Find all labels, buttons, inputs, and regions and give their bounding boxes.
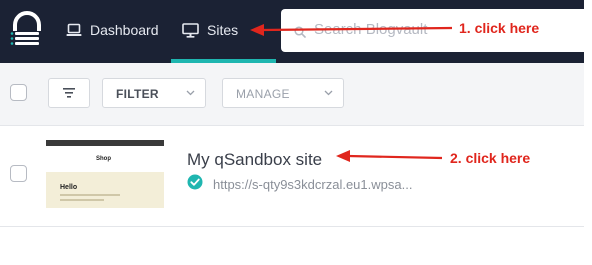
annotation-step-2: 2. click here [450, 150, 531, 166]
annotation-step-1: 1. click here [459, 20, 540, 36]
annotation-arrow-1 [250, 24, 453, 162]
